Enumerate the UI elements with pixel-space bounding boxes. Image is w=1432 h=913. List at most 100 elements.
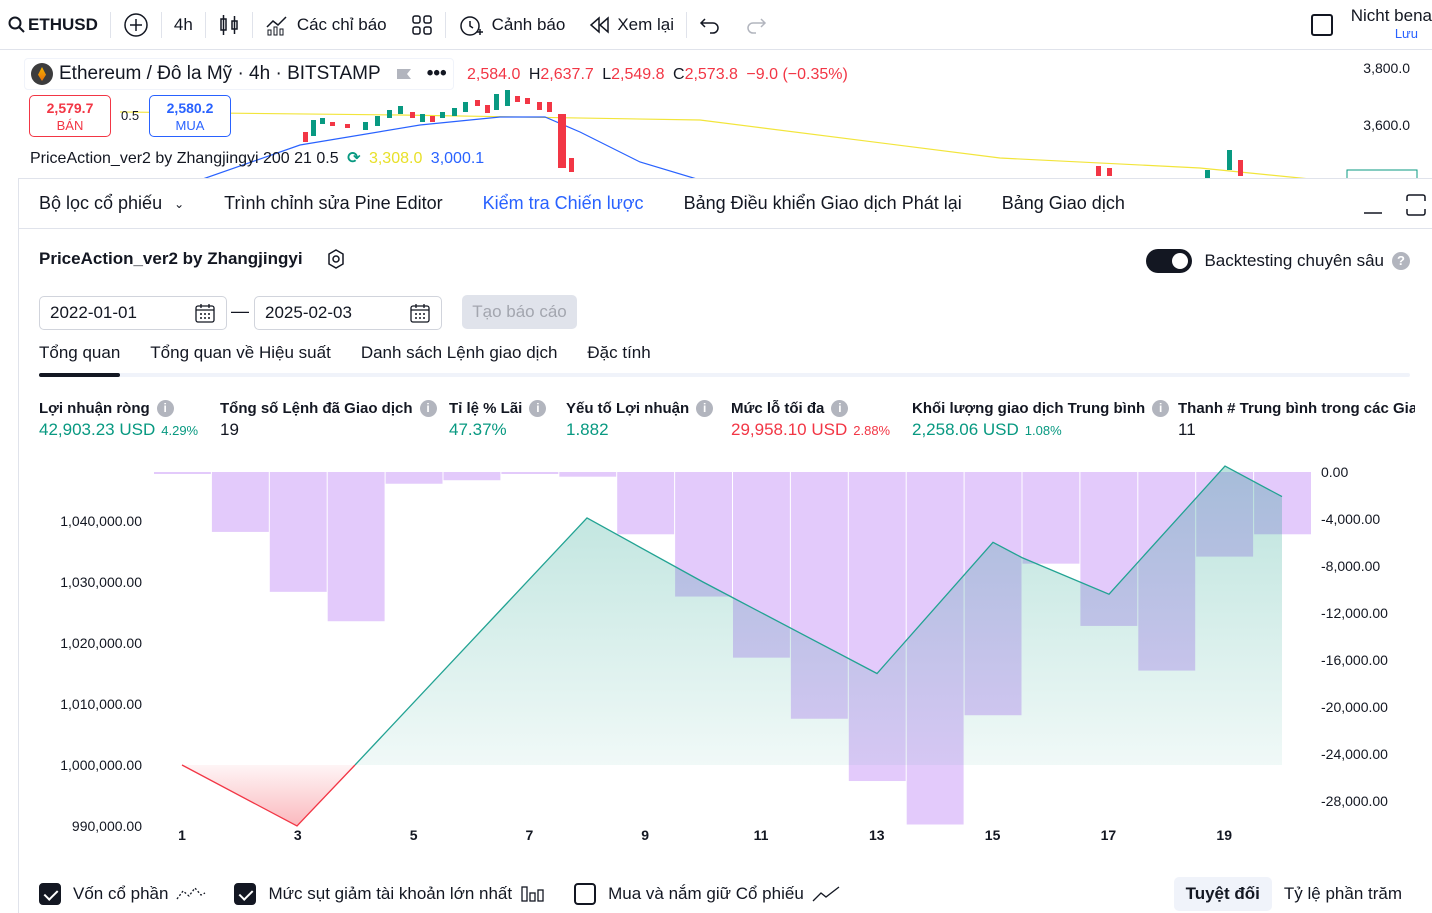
fullscreen-checkbox[interactable] (1310, 14, 1333, 36)
percent-button[interactable]: Tỷ lệ phần trăm (1272, 877, 1414, 911)
indicator-value-1: 3,308.0 (368, 150, 423, 167)
performance-chart[interactable]: 1,040,000.00 1,030,000.00 1,020,000.00 1,01… (19, 460, 1432, 870)
spread-value: 0.5 (121, 108, 140, 123)
chart-type-button[interactable] (206, 0, 252, 50)
right-axis-tick: -8,000.00 (1321, 558, 1380, 574)
metric-pct: 2.88% (853, 423, 891, 438)
buyhold-checkbox[interactable] (574, 883, 597, 905)
redo-button[interactable] (733, 0, 779, 50)
buy-price: 2,580.2 (166, 100, 214, 116)
panel-tabs: Bộ lọc cổ phiếu ⌄ Trình chỉnh sửa Pine E… (19, 179, 1432, 229)
info-icon[interactable]: i (696, 400, 714, 417)
info-icon[interactable]: i (529, 400, 547, 417)
change-value: −9.0 (−0.35%) (746, 66, 848, 83)
date-from-input[interactable]: 2022-01-01 (39, 296, 227, 330)
equity-toggle[interactable]: Vốn cổ phần (39, 883, 206, 905)
grid-icon (411, 14, 432, 35)
scale-mode-switch: Tuyệt đối Tỷ lệ phần trăm (1173, 877, 1432, 911)
top-toolbar: ETHUSD 4h Các chỉ báo Cảnh báo Xem lại N… (0, 0, 1432, 50)
more-icon[interactable]: ••• (427, 63, 447, 85)
subtab-performance[interactable]: Tổng quan về Hiệu suất (150, 343, 331, 377)
drawdown-bar (269, 472, 327, 592)
generate-report-button[interactable]: Tạo báo cáo (462, 295, 577, 329)
metric-label: Tổng số Lệnh đã Giao dịch (220, 400, 413, 417)
compare-button[interactable] (111, 0, 161, 50)
indicator-legend[interactable]: PriceAction_ver2 by Zhangjingyi 200 21 0… (30, 148, 484, 168)
help-icon[interactable]: ? (1392, 252, 1410, 270)
metric-avg-trade: Khối lượng giao dịch Trung bình i 2,258.0… (912, 400, 1170, 440)
info-icon[interactable]: i (156, 400, 174, 417)
flag-icon (396, 69, 411, 79)
drawdown-bar (154, 472, 211, 474)
metric-pct: 1.08% (1024, 423, 1062, 438)
tab-replay-trading[interactable]: Bảng Điều khiển Giao dịch Phát lại (664, 193, 982, 214)
sell-button[interactable]: 2,579.7 BÁN (29, 95, 111, 137)
tab-screener[interactable]: Bộ lọc cổ phiếu ⌄ (19, 193, 204, 214)
symbol-legend[interactable]: Ethereum / Đô la Mỹ · 4h · BITSTAMP ••• (24, 58, 454, 90)
indicators-icon (266, 15, 287, 35)
info-icon[interactable]: i (831, 400, 849, 417)
drawdown-toggle[interactable]: Mức sụt giảm tài khoản lớn nhất (234, 883, 546, 905)
metric-value: 19 (220, 420, 239, 439)
metric-avg-bars: Thanh # Trung bình trong các Giao dịch 1… (1178, 400, 1415, 440)
price-chart[interactable]: Ethereum / Đô la Mỹ · 4h · BITSTAMP ••• … (0, 50, 1432, 180)
tab-strategy-tester[interactable]: Kiểm tra Chiến lược (463, 193, 664, 214)
equity-label: Vốn cổ phần (73, 884, 169, 903)
subtab-overview[interactable]: Tổng quan (39, 343, 121, 377)
buyhold-toggle[interactable]: Mua và nắm giữ Cổ phiếu (574, 883, 840, 905)
high-value: 2,637.7 (540, 66, 594, 83)
minimize-icon[interactable] (1360, 191, 1388, 219)
alerts-button[interactable]: Cảnh báo (446, 0, 578, 50)
x-axis-tick: 5 (410, 827, 418, 843)
buy-button[interactable]: 2,580.2 MUA (149, 95, 231, 137)
date-to-input[interactable]: 2025-02-03 (254, 296, 442, 330)
strategy-tester-panel: Bộ lọc cổ phiếu ⌄ Trình chỉnh sửa Pine E… (18, 178, 1432, 913)
plus-circle-icon (124, 12, 148, 37)
metric-value: 2,258.06 USD (912, 420, 1019, 439)
maximize-icon[interactable] (1402, 191, 1430, 219)
equity-checkbox[interactable] (39, 883, 61, 905)
undo-button[interactable] (687, 0, 733, 50)
symbol-search-button[interactable]: ETHUSD (0, 0, 110, 50)
drawdown-bar (443, 472, 501, 481)
equity-loss-area (182, 765, 355, 826)
calendar-icon[interactable] (409, 302, 431, 324)
date-from-value: 2022-01-01 (50, 303, 137, 322)
absolute-button[interactable]: Tuyệt đối (1173, 877, 1272, 911)
metric-label: Khối lượng giao dịch Trung bình (912, 400, 1146, 417)
chart-title: Ethereum / Đô la Mỹ · 4h · BITSTAMP (59, 63, 381, 84)
drawdown-checkbox[interactable] (234, 883, 257, 905)
save-label: Lưu (1394, 26, 1418, 41)
info-icon[interactable]: i (419, 400, 437, 417)
subtabs: Tổng quan Tổng quan về Hiệu suất Danh sá… (39, 343, 681, 377)
metric-value: 47.37% (449, 420, 507, 439)
indicator-value-2: 3,000.1 (430, 150, 485, 167)
x-axis-tick: 1 (178, 827, 186, 843)
left-axis-tick: 1,010,000.00 (60, 696, 142, 712)
subtab-trades-list[interactable]: Danh sách Lệnh giao dịch (361, 343, 558, 377)
alerts-label: Cảnh báo (491, 14, 566, 34)
tab-trading-panel[interactable]: Bảng Giao dịch (982, 193, 1145, 214)
info-icon[interactable]: i (1152, 400, 1170, 417)
tab-pine-editor[interactable]: Trình chỉnh sửa Pine Editor (204, 193, 463, 214)
settings-icon[interactable] (325, 248, 347, 270)
strategy-name: PriceAction_ver2 by Zhangjingyi (39, 249, 303, 268)
layouts-button[interactable] (399, 0, 445, 50)
x-axis-tick: 7 (526, 827, 534, 843)
left-axis-tick: 1,000,000.00 (60, 757, 142, 773)
equity-line-icon (176, 886, 206, 900)
drawdown-bar (559, 472, 617, 477)
replay-button[interactable]: Xem lại (577, 0, 686, 50)
metric-net-profit: Lợi nhuận ròng i 42,903.23 USD 4.29% (39, 400, 198, 440)
layout-name-button[interactable]: Nicht bena Lưu (1351, 7, 1432, 43)
loading-icon: ⟳ (347, 150, 361, 167)
interval-button[interactable]: 4h (162, 0, 205, 50)
calendar-icon[interactable] (194, 302, 216, 324)
indicators-button[interactable]: Các chỉ báo (253, 0, 399, 50)
deep-backtest-toggle[interactable] (1146, 249, 1193, 273)
metric-total-trades: Tổng số Lệnh đã Giao dịch i 19 (220, 400, 437, 440)
deep-backtest-toggle-row: Backtesting chuyên sâu ? (1146, 249, 1410, 273)
drawdown-bar (1022, 472, 1080, 564)
subtab-properties[interactable]: Đặc tính (587, 343, 650, 377)
indicator-name: PriceAction_ver2 by Zhangjingyi 200 21 0… (30, 150, 339, 167)
